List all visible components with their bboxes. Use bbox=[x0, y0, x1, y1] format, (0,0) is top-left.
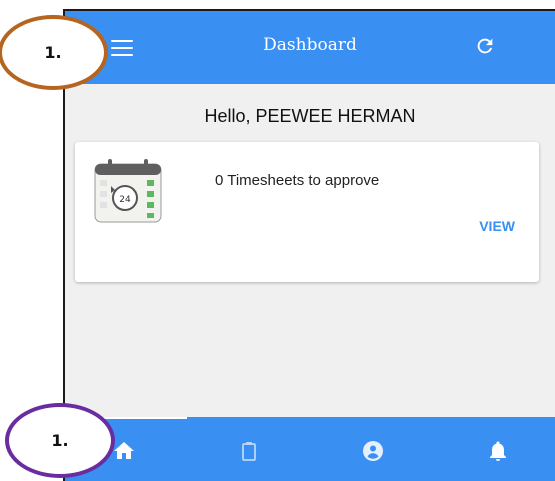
app-frame: Dashboard Hello, PEEWEE HERMAN 24 0 Time… bbox=[63, 9, 555, 481]
annotation-badge-top: 1. bbox=[0, 15, 108, 90]
annotation-badge-bottom: 1. bbox=[5, 403, 115, 478]
calendar-icon-number: 24 bbox=[119, 195, 131, 205]
home-icon[interactable] bbox=[112, 439, 136, 463]
bell-icon[interactable] bbox=[486, 439, 510, 463]
greeting-text: Hello, PEEWEE HERMAN bbox=[204, 106, 416, 126]
top-app-bar: Dashboard bbox=[65, 11, 555, 84]
calendar-24h-icon: 24 bbox=[94, 159, 162, 223]
view-button[interactable]: VIEW bbox=[479, 218, 515, 234]
timesheets-message: 0 Timesheets to approve bbox=[215, 172, 380, 189]
bottom-navigation bbox=[65, 417, 555, 481]
account-circle-icon[interactable] bbox=[361, 439, 385, 463]
clipboard-icon[interactable] bbox=[237, 439, 261, 463]
timesheet-card: 24 0 Timesheets to approve VIEW bbox=[75, 142, 539, 282]
dashboard-content: Hello, PEEWEE HERMAN 24 0 Timesheets to … bbox=[65, 84, 555, 417]
refresh-icon[interactable] bbox=[474, 35, 496, 57]
